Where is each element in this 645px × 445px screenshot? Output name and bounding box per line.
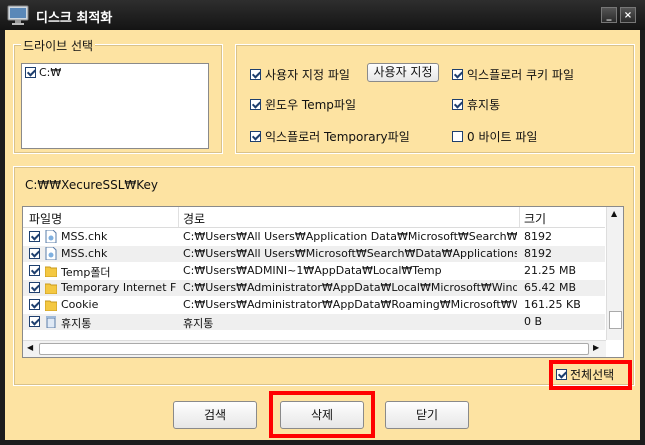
option-recycle-bin[interactable]: 휴지통 bbox=[452, 96, 500, 113]
file-table[interactable]: 파일명 경로 크기 MSS.chk C:₩Users₩All Users₩App… bbox=[22, 206, 624, 358]
recycle-bin-checkbox[interactable] bbox=[452, 99, 463, 110]
current-path-label: C:₩₩XecureSSL₩Key bbox=[25, 178, 159, 192]
row-name: Temp폴더 bbox=[61, 266, 111, 279]
explorer-cookie-label: 익스플로러 쿠키 파일 bbox=[467, 68, 574, 82]
windows-temp-label: 윈도우 Temp파일 bbox=[265, 98, 356, 112]
row-size: 0 B bbox=[524, 315, 543, 328]
table-row[interactable]: MSS.chk C:₩Users₩All Users₩Application D… bbox=[23, 229, 605, 245]
row-path: C:₩Users₩All Users₩Application Data₩Micr… bbox=[183, 230, 517, 243]
title-bar[interactable]: 디스크 최적화 _ × bbox=[0, 0, 645, 30]
drive-item[interactable]: C:₩ bbox=[25, 66, 61, 79]
explorer-cookie-checkbox[interactable] bbox=[452, 69, 463, 80]
column-header-size[interactable]: 크기 bbox=[524, 210, 546, 227]
folder-icon bbox=[45, 283, 57, 294]
table-row[interactable]: Cookie C:₩Users₩Administrator₩AppData₩Ro… bbox=[23, 297, 605, 313]
row-size: 8192 bbox=[524, 230, 552, 243]
row-name: MSS.chk bbox=[61, 247, 108, 260]
horizontal-scrollbar[interactable]: ◀ ▶ bbox=[23, 340, 606, 357]
recycle-bin-label: 휴지통 bbox=[467, 98, 501, 112]
recycle-bin-icon bbox=[46, 316, 56, 328]
scroll-right-icon[interactable]: ▶ bbox=[593, 343, 599, 352]
select-all-highlight bbox=[549, 360, 632, 390]
explorer-temporary-checkbox[interactable] bbox=[250, 131, 261, 142]
row-checkbox[interactable] bbox=[29, 299, 40, 310]
close-button[interactable]: 닫기 bbox=[385, 401, 469, 429]
table-row[interactable]: Temporary Internet Files C:₩Users₩Admini… bbox=[23, 280, 605, 296]
row-checkbox[interactable] bbox=[29, 316, 40, 327]
row-checkbox[interactable] bbox=[29, 231, 40, 242]
horizontal-scroll-thumb[interactable] bbox=[39, 343, 589, 355]
row-checkbox[interactable] bbox=[29, 265, 40, 276]
minimize-button[interactable]: _ bbox=[601, 7, 617, 23]
row-path: C:₩Users₩All Users₩Microsoft₩Search₩Data… bbox=[183, 247, 517, 260]
row-size: 65.42 MB bbox=[524, 281, 577, 294]
table-row[interactable]: Temp폴더 C:₩Users₩ADMINI~1₩AppData₩Local₩T… bbox=[23, 263, 605, 279]
option-zero-byte[interactable]: 0 바이트 파일 bbox=[452, 128, 537, 145]
zero-byte-checkbox[interactable] bbox=[452, 131, 463, 142]
table-row[interactable]: 휴지통 휴지통 0 B bbox=[23, 314, 605, 330]
row-size: 21.25 MB bbox=[524, 264, 577, 277]
drive-list[interactable]: C:₩ bbox=[21, 63, 209, 149]
option-user-files[interactable]: 사용자 지정 파일 bbox=[250, 66, 350, 83]
folder-icon bbox=[45, 266, 57, 277]
row-path: C:₩Users₩ADMINI~1₩AppData₩Local₩Temp bbox=[183, 264, 442, 277]
option-windows-temp[interactable]: 윈도우 Temp파일 bbox=[250, 96, 356, 113]
row-name: Temporary Internet Files bbox=[61, 281, 176, 294]
scroll-up-icon[interactable]: ▲ bbox=[611, 209, 617, 218]
drive-item-label: C:₩ bbox=[39, 66, 62, 79]
row-name: 휴지통 bbox=[61, 317, 92, 330]
file-icon bbox=[45, 247, 57, 260]
close-window-button[interactable]: × bbox=[620, 7, 636, 23]
vertical-scrollbar[interactable]: ▲ bbox=[606, 207, 623, 340]
vertical-scroll-thumb[interactable] bbox=[609, 311, 622, 329]
row-size: 8192 bbox=[524, 247, 552, 260]
delete-highlight bbox=[269, 391, 375, 438]
column-header-path[interactable]: 경로 bbox=[183, 210, 205, 227]
row-path: 휴지통 bbox=[183, 317, 214, 330]
row-checkbox[interactable] bbox=[29, 282, 40, 293]
row-name: Cookie bbox=[61, 298, 99, 311]
row-path: C:₩Users₩Administrator₩AppData₩Roaming₩M… bbox=[183, 298, 517, 311]
scroll-left-icon[interactable]: ◀ bbox=[27, 343, 33, 352]
column-header-name[interactable]: 파일명 bbox=[29, 210, 62, 227]
zero-byte-label: 0 바이트 파일 bbox=[467, 130, 538, 144]
row-name: MSS.chk bbox=[61, 230, 108, 243]
table-row[interactable]: MSS.chk C:₩Users₩All Users₩Microsoft₩Sea… bbox=[23, 246, 605, 262]
option-explorer-cookie[interactable]: 익스플로러 쿠키 파일 bbox=[452, 66, 574, 83]
folder-icon bbox=[45, 300, 57, 311]
row-size: 161.25 KB bbox=[524, 298, 581, 311]
user-files-checkbox[interactable] bbox=[250, 69, 261, 80]
search-button[interactable]: 검색 bbox=[173, 401, 257, 429]
explorer-temporary-label: 익스플로러 Temporary파일 bbox=[265, 130, 410, 144]
file-icon bbox=[45, 230, 57, 243]
user-path-button[interactable]: 사용자 지정 bbox=[367, 63, 439, 82]
user-files-label: 사용자 지정 파일 bbox=[265, 68, 350, 82]
table-header: 파일명 경로 크기 bbox=[23, 207, 605, 228]
window-title: 디스크 최적화 bbox=[36, 11, 113, 26]
drive-checkbox[interactable] bbox=[25, 67, 36, 78]
drive-select-label: 드라이브 선택 bbox=[21, 37, 96, 54]
windows-temp-checkbox[interactable] bbox=[250, 99, 261, 110]
row-checkbox[interactable] bbox=[29, 248, 40, 259]
app-window: 디스크 최적화 _ × 드라이브 선택 C:₩ 사용자 지정 파일 사용자 지정… bbox=[0, 0, 645, 445]
option-explorer-temporary[interactable]: 익스플로러 Temporary파일 bbox=[250, 128, 410, 145]
row-path: C:₩Users₩Administrator₩AppData₩Local₩Mic… bbox=[183, 281, 517, 294]
monitor-icon bbox=[7, 5, 29, 25]
